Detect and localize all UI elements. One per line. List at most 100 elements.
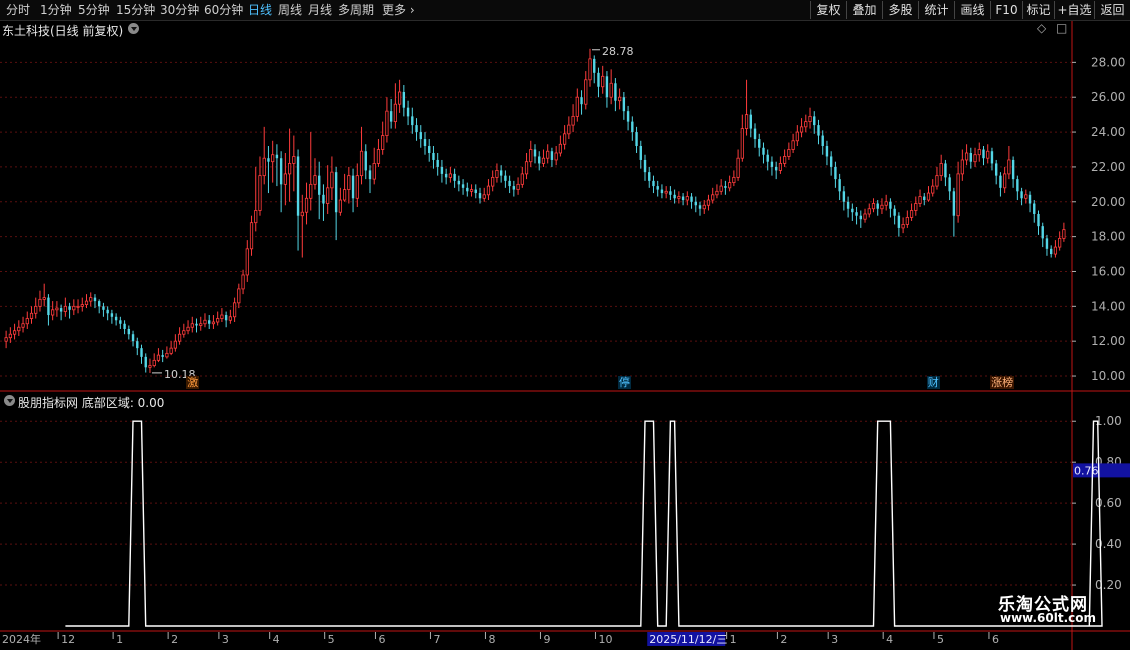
period-1[interactable]: 1分钟 [40,1,72,19]
toolbar-button-1[interactable]: 叠加 [846,1,882,19]
period-0[interactable]: 分时 [6,1,30,19]
candle-body [161,355,164,357]
candle-body [461,184,465,188]
candle-body [182,330,186,335]
candle-body [774,166,778,171]
candle-body [871,203,876,210]
chart-canvas: 10.00 12.00 14.00 16.00 18.00 20.00 22.00 24.00… [0,21,1130,650]
candle-body [770,161,774,167]
candle-body [72,305,76,311]
candle-body [905,217,909,225]
event-tag-3[interactable]: 涨榜 [990,376,1015,389]
toolbar-button-6[interactable]: 标记 [1022,1,1054,19]
square-icon[interactable]: □ [1056,21,1067,35]
period-5[interactable]: 60分钟 [204,1,243,19]
toolbar-button-0[interactable]: 复权 [810,1,846,19]
indicator-menu-chevron-icon[interactable] [4,395,15,406]
candle-body [982,149,985,159]
candle-body [402,91,406,108]
period-7[interactable]: 周线 [278,1,302,19]
toolbar-button-3[interactable]: 统计 [918,1,954,19]
candle-body [300,211,304,217]
candle-body [825,146,829,157]
candle-body [867,208,871,215]
period-4[interactable]: 30分钟 [160,1,199,19]
candle-body [1028,194,1032,204]
candle-body [4,337,8,342]
period-8[interactable]: 月线 [308,1,332,19]
candle-body [766,154,769,162]
candle-body [334,172,338,213]
candle-body [287,163,292,175]
candle-body [804,121,808,128]
time-axis-label: 10 [598,633,612,646]
diamond-icon[interactable]: ◇ [1037,21,1046,35]
candle-body [597,72,600,87]
candle-body [973,154,977,163]
candle-body [944,163,947,178]
candle-body [283,173,287,185]
candle-body [296,156,300,216]
candle-body [372,163,376,180]
candle-body [698,205,702,209]
period-10[interactable]: 更多 › [382,1,415,19]
time-axis-label: 2025/11/12/三 [649,633,727,646]
candle-body [220,314,224,319]
period-9[interactable]: 多周期 [338,1,374,19]
candle-body [673,194,676,199]
event-tag-1[interactable]: 停 [617,376,631,389]
candle-body [990,151,994,164]
candle-body [1033,203,1036,214]
candle-body [322,194,325,204]
toolbar-button-2[interactable]: 多股 [882,1,918,19]
toolbar-button-8[interactable]: 返回 [1094,1,1130,19]
candle-body [652,180,655,187]
candle-body [508,180,511,187]
candle-body [393,103,397,123]
candle-body [969,152,973,162]
candle-body [960,159,964,175]
candle-body [838,179,841,192]
candle-body [330,171,334,189]
candle-body [347,175,351,190]
candle-body [571,115,575,126]
candle-body [918,196,922,204]
candle-body [208,320,211,324]
time-axis-label: 3 [222,633,229,646]
toolbar-button-4[interactable]: 画线 [954,1,990,19]
candle-body [59,308,63,312]
period-3[interactable]: 15分钟 [116,1,155,19]
candle-body [102,306,105,310]
candle-body [791,140,795,150]
candle-body [474,189,477,194]
candle-body [495,170,499,178]
candle-body [63,305,67,312]
candle-body [47,297,50,316]
candle-body [846,201,850,209]
candle-body [136,341,139,349]
candle-body [749,114,752,129]
candle-body [787,149,791,157]
event-tag-0[interactable]: 激 [186,376,200,389]
candle-body [1011,159,1015,180]
candle-body [740,128,744,159]
candle-body [524,161,529,175]
candle-body [343,189,347,201]
toolbar-button-5[interactable]: F10 [990,1,1022,19]
price-tick-label: 10.00 [1091,369,1125,383]
candle-body [304,197,309,213]
period-2[interactable]: 5分钟 [78,1,110,19]
candle-body [762,147,765,155]
stock-menu-chevron-icon[interactable] [128,23,139,34]
event-tag-2[interactable]: 财 [926,376,940,389]
candle-body [313,175,317,185]
toolbar-button-7[interactable]: +自选 [1054,1,1094,19]
candle-body [25,318,29,325]
candle-body [17,326,21,332]
candle-body [190,323,194,328]
candle-body [546,150,550,159]
period-6[interactable]: 日线 [248,1,272,19]
price-tick-label: 26.00 [1091,90,1125,104]
candle-body [8,333,12,339]
candle-body [1007,159,1011,175]
